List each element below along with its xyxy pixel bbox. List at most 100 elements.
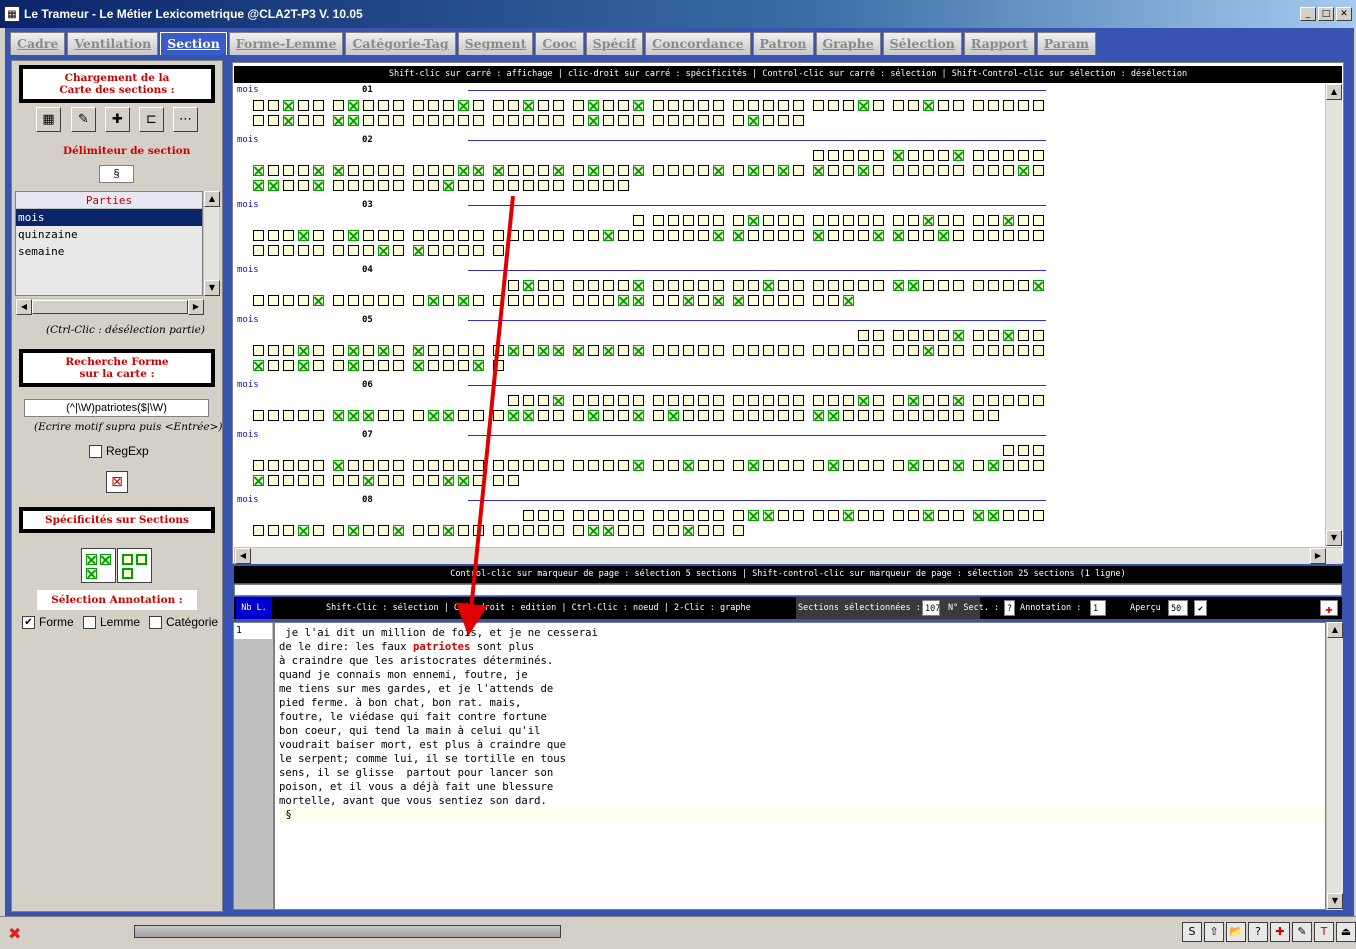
section-square[interactable] xyxy=(618,230,629,241)
section-square[interactable] xyxy=(633,295,644,306)
section-square[interactable] xyxy=(458,245,469,256)
section-square[interactable] xyxy=(393,115,404,126)
edit-icon[interactable]: ✎ xyxy=(71,107,96,132)
section-square[interactable] xyxy=(523,230,534,241)
section-square[interactable] xyxy=(553,395,564,406)
section-square[interactable] xyxy=(778,100,789,111)
section-square[interactable] xyxy=(378,345,389,356)
section-square[interactable] xyxy=(938,215,949,226)
section-square[interactable] xyxy=(793,410,804,421)
section-square[interactable] xyxy=(733,215,744,226)
app-icon[interactable]: ▦ xyxy=(4,6,20,22)
section-square[interactable] xyxy=(458,100,469,111)
text-vscrollbar[interactable]: ▲ ▼ xyxy=(1326,622,1343,910)
section-square[interactable] xyxy=(713,295,724,306)
section-square[interactable] xyxy=(1003,215,1014,226)
section-square[interactable] xyxy=(283,180,294,191)
section-square[interactable] xyxy=(573,460,584,471)
section-square[interactable] xyxy=(538,295,549,306)
section-square[interactable] xyxy=(363,245,374,256)
section-square[interactable] xyxy=(378,115,389,126)
section-square[interactable] xyxy=(843,295,854,306)
section-square[interactable] xyxy=(508,115,519,126)
section-square[interactable] xyxy=(698,525,709,536)
section-square[interactable] xyxy=(493,100,504,111)
section-square[interactable] xyxy=(268,100,279,111)
section-square[interactable] xyxy=(573,525,584,536)
section-square[interactable] xyxy=(713,100,724,111)
lemme-box[interactable] xyxy=(83,615,96,629)
section-square[interactable] xyxy=(653,395,664,406)
section-square[interactable] xyxy=(313,345,324,356)
section-square[interactable] xyxy=(603,345,614,356)
section-square[interactable] xyxy=(653,410,664,421)
section-square[interactable] xyxy=(953,510,964,521)
section-square[interactable] xyxy=(618,280,629,291)
section-square[interactable] xyxy=(268,525,279,536)
section-square[interactable] xyxy=(363,100,374,111)
section-square[interactable] xyxy=(1033,230,1044,241)
section-square[interactable] xyxy=(793,295,804,306)
section-square[interactable] xyxy=(953,410,964,421)
section-square[interactable] xyxy=(953,460,964,471)
maximize-button[interactable]: □ xyxy=(1318,7,1334,21)
section-square[interactable] xyxy=(413,165,424,176)
section-square[interactable] xyxy=(298,345,309,356)
section-square[interactable] xyxy=(1003,445,1014,456)
section-square[interactable] xyxy=(733,230,744,241)
plus-icon[interactable]: ✚ xyxy=(1270,922,1290,942)
section-square[interactable] xyxy=(268,475,279,486)
section-square[interactable] xyxy=(778,460,789,471)
parts-scrollbar[interactable]: ▲ ▼ xyxy=(203,191,220,296)
section-square[interactable] xyxy=(378,360,389,371)
section-square[interactable] xyxy=(633,115,644,126)
section-square[interactable] xyxy=(1018,100,1029,111)
section-square[interactable] xyxy=(698,215,709,226)
section-square[interactable] xyxy=(683,395,694,406)
section-square[interactable] xyxy=(923,330,934,341)
section-square[interactable] xyxy=(668,100,679,111)
section-square[interactable] xyxy=(653,100,664,111)
section-square[interactable] xyxy=(923,100,934,111)
section-square[interactable] xyxy=(393,180,404,191)
section-square[interactable] xyxy=(908,460,919,471)
section-square[interactable] xyxy=(973,510,984,521)
section-square[interactable] xyxy=(553,460,564,471)
section-square[interactable] xyxy=(828,280,839,291)
section-square[interactable] xyxy=(683,410,694,421)
section-square[interactable] xyxy=(938,100,949,111)
section-square[interactable] xyxy=(553,230,564,241)
section-square[interactable] xyxy=(313,295,324,306)
section-square[interactable] xyxy=(573,345,584,356)
section-square[interactable] xyxy=(778,165,789,176)
section-square[interactable] xyxy=(698,100,709,111)
section-square[interactable] xyxy=(938,395,949,406)
section-square[interactable] xyxy=(778,410,789,421)
section-square[interactable] xyxy=(923,395,934,406)
section-square[interactable] xyxy=(573,395,584,406)
section-square[interactable] xyxy=(348,345,359,356)
section-square[interactable] xyxy=(668,295,679,306)
section-square[interactable] xyxy=(748,215,759,226)
section-square[interactable] xyxy=(778,115,789,126)
section-square[interactable] xyxy=(793,100,804,111)
section-square[interactable] xyxy=(953,100,964,111)
dots-icon[interactable]: ⋯ xyxy=(173,107,198,132)
section-square[interactable] xyxy=(763,460,774,471)
tab-concordance[interactable]: Concordance xyxy=(645,32,751,55)
section-square[interactable] xyxy=(618,525,629,536)
section-square[interactable] xyxy=(893,410,904,421)
close-status-icon[interactable]: ✖ xyxy=(8,924,21,943)
section-square[interactable] xyxy=(363,475,374,486)
section-square[interactable] xyxy=(378,525,389,536)
section-square[interactable] xyxy=(333,165,344,176)
section-square[interactable] xyxy=(1033,510,1044,521)
section-square[interactable] xyxy=(1003,100,1014,111)
section-square[interactable] xyxy=(298,460,309,471)
section-square[interactable] xyxy=(473,460,484,471)
section-square[interactable] xyxy=(253,410,264,421)
section-square[interactable] xyxy=(538,510,549,521)
section-square[interactable] xyxy=(748,115,759,126)
section-square[interactable] xyxy=(508,230,519,241)
section-square[interactable] xyxy=(458,525,469,536)
